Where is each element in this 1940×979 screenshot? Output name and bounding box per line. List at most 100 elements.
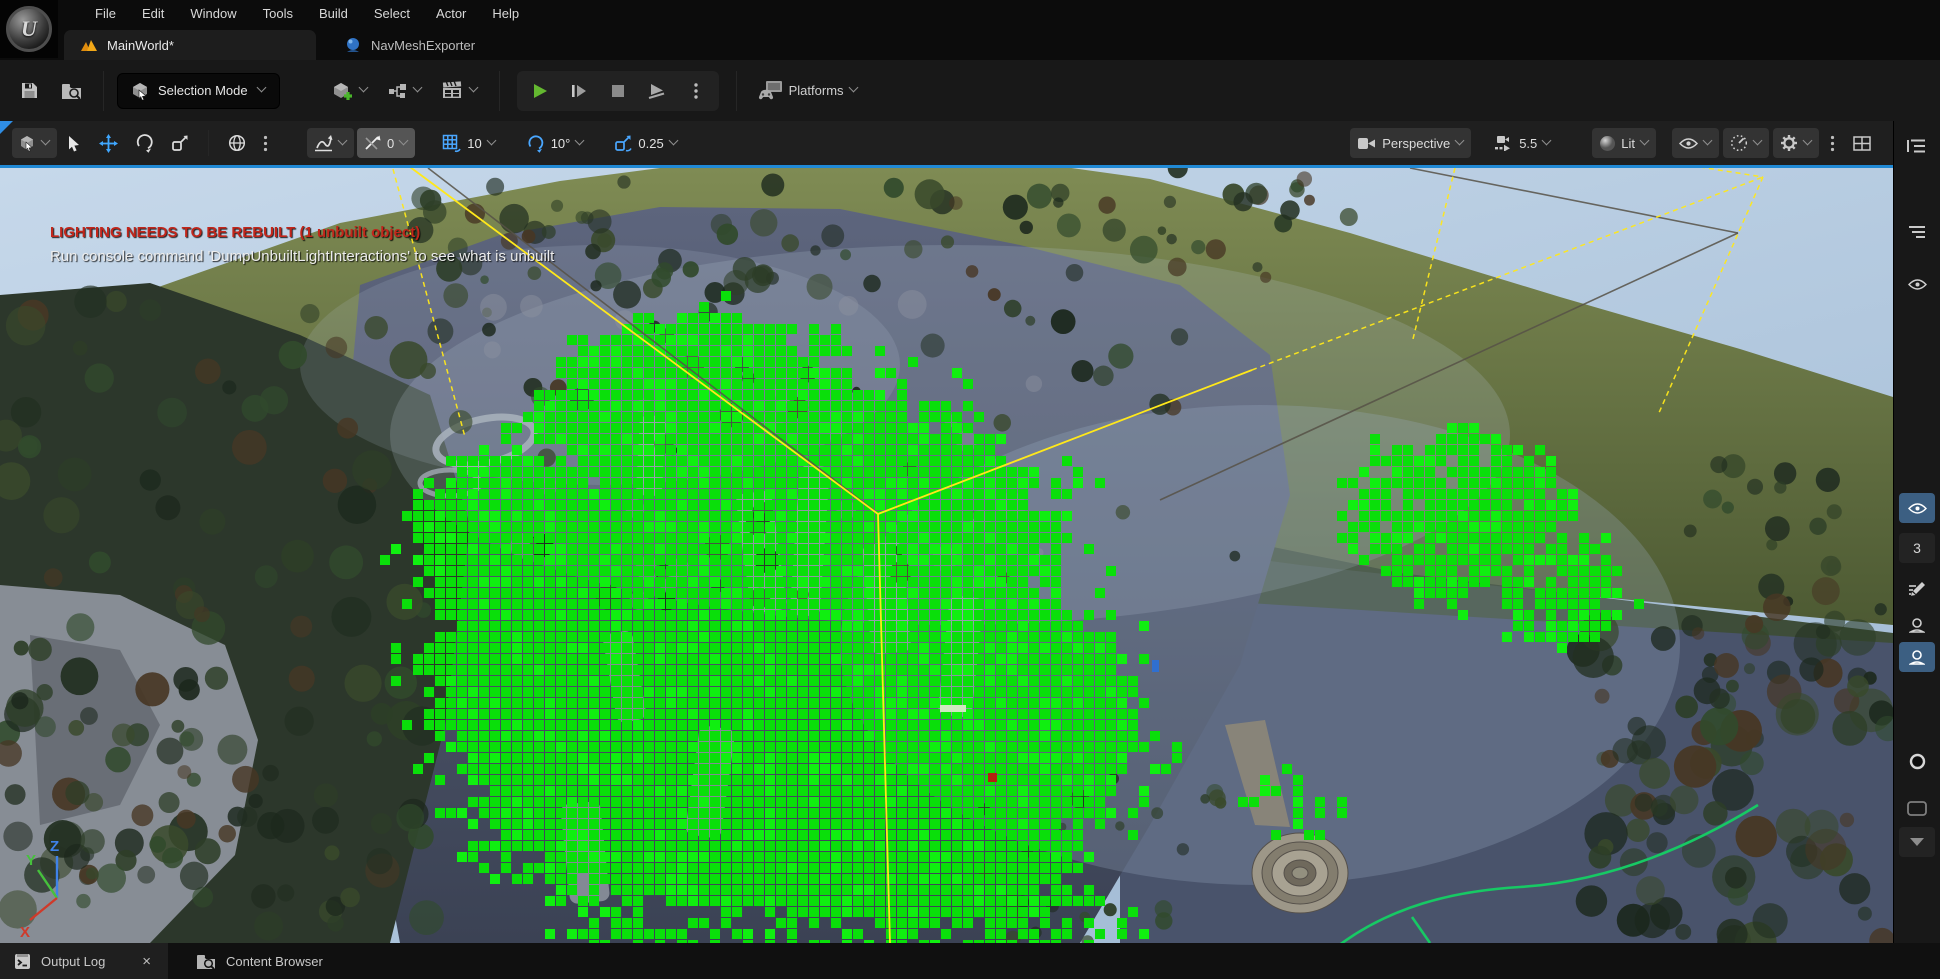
- menu-file[interactable]: File: [82, 0, 129, 27]
- folder-search-icon: [196, 953, 216, 970]
- transform-tools-dropdown[interactable]: [12, 128, 57, 158]
- profile-button[interactable]: [1899, 610, 1935, 640]
- selection-mode-dropdown[interactable]: Selection Mode: [117, 73, 280, 109]
- lighting-warning: LIGHTING NEEDS TO BE REBUILT (1 unbuilt …: [50, 221, 554, 269]
- camera-speed-dropdown[interactable]: 5.5: [1487, 128, 1558, 158]
- scale-tool-button[interactable]: [164, 128, 196, 158]
- menu-edit[interactable]: Edit: [129, 0, 177, 27]
- content-browser-label: Content Browser: [226, 954, 323, 969]
- scroll-down-button[interactable]: [1899, 827, 1935, 857]
- edit-button[interactable]: [1899, 573, 1935, 603]
- chevron-down-icon: [1703, 135, 1713, 145]
- platforms-dropdown[interactable]: Platforms: [750, 72, 866, 110]
- move-tool-button[interactable]: [92, 128, 125, 158]
- svg-text:X: X: [20, 924, 30, 941]
- actor-snapping-dropdown[interactable]: 0: [357, 128, 415, 158]
- show-flags-dropdown[interactable]: [1672, 128, 1719, 158]
- chevron-down-icon: [256, 83, 266, 93]
- actor-snap-value: 0: [387, 136, 394, 151]
- viewport-options-menu[interactable]: [1823, 128, 1842, 158]
- menu-tools[interactable]: Tools: [250, 0, 306, 27]
- content-browser-tab[interactable]: Content Browser: [182, 943, 337, 979]
- menu-build[interactable]: Build: [306, 0, 361, 27]
- menu-window[interactable]: Window: [177, 0, 249, 27]
- person-icon: [1909, 618, 1925, 633]
- screen-percentage-dropdown[interactable]: [1723, 128, 1769, 158]
- save-button[interactable]: [10, 72, 48, 110]
- play-options-menu[interactable]: [678, 74, 714, 108]
- stop-button[interactable]: [600, 74, 636, 108]
- surface-snapping-dropdown[interactable]: [307, 128, 354, 158]
- grid-snapping-dropdown[interactable]: 10: [435, 128, 502, 158]
- chevron-down-icon: [338, 135, 348, 145]
- slot-button[interactable]: [1899, 793, 1935, 823]
- eye-icon: [1908, 278, 1927, 291]
- viewport-settings-dropdown[interactable]: [1773, 128, 1819, 158]
- browse-content-button[interactable]: [52, 72, 90, 110]
- unreal-logo[interactable]: U: [0, 0, 58, 58]
- menu-actor[interactable]: Actor: [423, 0, 479, 27]
- output-log-tab[interactable]: Output Log ×: [0, 943, 168, 979]
- transform-options-menu[interactable]: [256, 128, 275, 158]
- menu-bar: File Edit Window Tools Build Select Acto…: [0, 0, 1940, 27]
- view-mode-dropdown[interactable]: Perspective: [1350, 128, 1471, 158]
- grid-snap-icon: [442, 134, 462, 153]
- blueprints-icon: [388, 82, 408, 100]
- slot-icon: [1907, 801, 1927, 816]
- selection-cube-icon: [19, 135, 36, 152]
- toolbar-separator: [736, 71, 737, 111]
- level-icon: [80, 38, 98, 52]
- cinematics-button[interactable]: [434, 72, 486, 110]
- chevron-down-icon: [412, 83, 422, 93]
- profile-button-active[interactable]: [1899, 642, 1935, 672]
- asset-tab-bar: MainWorld* NavMeshExporter: [0, 27, 1940, 60]
- rotation-snapping-dropdown[interactable]: 10°: [519, 128, 592, 158]
- quad-view-button[interactable]: [1846, 128, 1878, 158]
- lighting-mode-label: Lit: [1621, 136, 1635, 151]
- select-tool-button[interactable]: [60, 128, 89, 158]
- visibility-button-active[interactable]: [1899, 493, 1935, 523]
- unreal-editor-window: { "menu": { "items": ["File","Edit","Win…: [0, 0, 1940, 979]
- level-viewport[interactable]: ZYX LIGHTING NEEDS TO BE REBUILT (1 unbu…: [0, 165, 1893, 943]
- visibility-button[interactable]: [1899, 269, 1935, 299]
- chevron-down-icon: [1455, 135, 1465, 145]
- toolbar-separator: [103, 71, 104, 111]
- ring-button[interactable]: [1899, 746, 1935, 776]
- chevron-down-icon: [399, 135, 409, 145]
- scale-snapping-dropdown[interactable]: 0.25: [607, 128, 684, 158]
- menu-select[interactable]: Select: [361, 0, 423, 27]
- lit-mode-dropdown[interactable]: Lit: [1592, 128, 1656, 158]
- outliner-icon: [1907, 138, 1927, 154]
- chevron-down-icon: [575, 135, 585, 145]
- close-tab-button[interactable]: ×: [139, 953, 154, 970]
- add-actor-button[interactable]: [324, 72, 376, 110]
- chevron-down-icon: [848, 83, 858, 93]
- rotate-tool-button[interactable]: [128, 128, 161, 158]
- filter-button[interactable]: [1899, 217, 1935, 247]
- right-panel-strip: 3: [1893, 121, 1940, 943]
- filter-icon: [1908, 225, 1926, 239]
- viewport-maximize-corner[interactable]: [0, 121, 13, 134]
- outliner-button[interactable]: [1899, 131, 1935, 161]
- camera-speed-icon: [1494, 135, 1514, 151]
- tab-navmeshexporter[interactable]: NavMeshExporter: [328, 30, 491, 60]
- menu-help[interactable]: Help: [479, 0, 532, 27]
- clapperboard-icon: [442, 81, 464, 100]
- actor-snap-icon: [364, 135, 382, 151]
- blueprints-button[interactable]: [380, 72, 430, 110]
- chevron-down-icon: [486, 135, 496, 145]
- chevron-down-icon: [1640, 135, 1650, 145]
- eject-button[interactable]: [639, 74, 675, 108]
- play-button[interactable]: [522, 74, 558, 108]
- scale-snap-icon: [614, 134, 633, 152]
- svg-text:Y: Y: [26, 852, 36, 869]
- tab-mainworld[interactable]: MainWorld*: [64, 30, 316, 60]
- world-local-space-button[interactable]: [221, 128, 253, 158]
- stop-icon: [610, 83, 626, 99]
- gear-icon: [1780, 134, 1798, 152]
- grid-snap-value: 10: [467, 136, 481, 151]
- frame-skip-button[interactable]: [561, 74, 597, 108]
- platforms-label: Platforms: [789, 83, 844, 98]
- camera-icon: [1357, 136, 1377, 151]
- add-cube-icon: [332, 81, 354, 101]
